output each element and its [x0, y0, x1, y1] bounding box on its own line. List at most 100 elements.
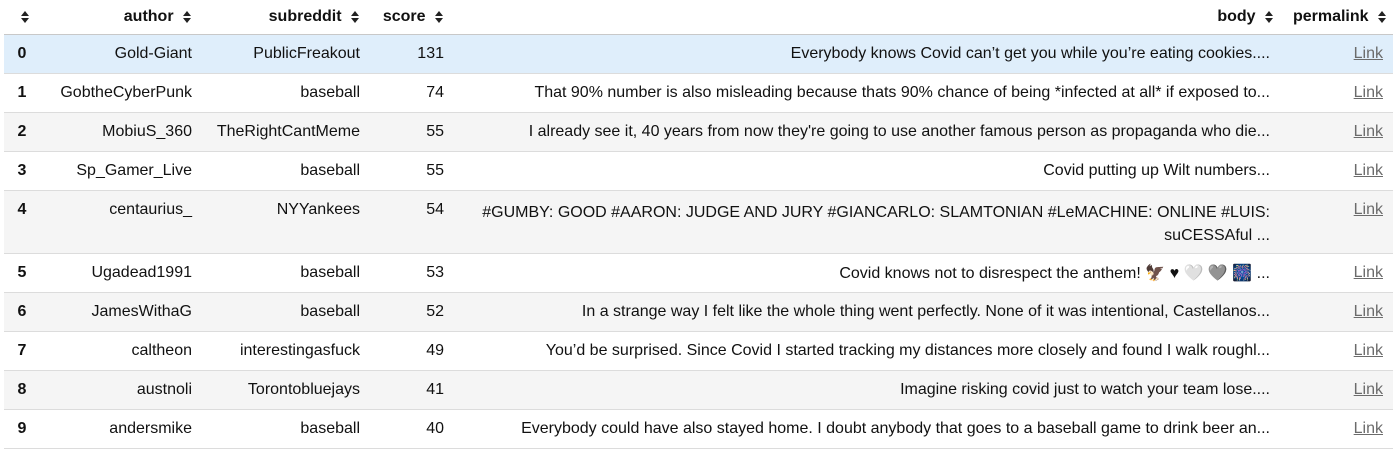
body-cell: That 90% number is also misleading becau…	[450, 73, 1280, 113]
sort-arrows-icon[interactable]	[20, 10, 30, 24]
sort-arrows-icon[interactable]	[1377, 10, 1387, 24]
permalink-cell: Link	[1280, 292, 1393, 332]
permalink-link[interactable]: Link	[1354, 123, 1383, 140]
subreddit-cell: interestingasfuck	[198, 331, 366, 371]
column-header-body-label: body	[1217, 7, 1256, 25]
table-row[interactable]: 8 austnoli Torontobluejays 41 Imagine ri…	[4, 370, 1393, 410]
table-row[interactable]: 2 MobiuS_360 TheRightCantMeme 55 I alrea…	[4, 112, 1393, 152]
permalink-link[interactable]: Link	[1354, 381, 1383, 398]
body-cell: In a strange way I felt like the whole t…	[450, 292, 1280, 332]
table-row[interactable]: 0 Gold-Giant PublicFreakout 131 Everybod…	[4, 34, 1393, 74]
body-cell: Everybody knows Covid can’t get you whil…	[450, 34, 1280, 74]
permalink-link[interactable]: Link	[1354, 162, 1383, 179]
column-header-permalink-label: permalink	[1292, 7, 1369, 25]
sort-arrows-icon[interactable]	[350, 10, 360, 24]
sort-arrows-icon[interactable]	[434, 10, 444, 24]
table-row[interactable]: 6 JamesWithaG baseball 52 In a strange w…	[4, 292, 1393, 332]
body-cell: Covid knows not to disrespect the anthem…	[450, 253, 1280, 293]
permalink-cell: Link	[1280, 151, 1393, 191]
permalink-cell: Link	[1280, 34, 1393, 74]
score-cell: 55	[366, 151, 450, 191]
body-cell: #GUMBY: GOOD #AARON: JUDGE AND JURY #GIA…	[450, 190, 1280, 254]
score-cell: 49	[366, 331, 450, 371]
author-cell: austnoli	[42, 370, 198, 410]
author-cell: MobiuS_360	[42, 112, 198, 152]
table-row[interactable]: 5 Ugadead1991 baseball 53 Covid knows no…	[4, 253, 1393, 293]
subreddit-cell: baseball	[198, 292, 366, 332]
author-cell: GobtheCyberPunk	[42, 73, 198, 113]
column-header-index[interactable]	[4, 0, 42, 35]
body-cell: You’d be surprised. Since Covid I starte…	[450, 331, 1280, 371]
table-body: 0 Gold-Giant PublicFreakout 131 Everybod…	[4, 34, 1393, 449]
column-header-subreddit-label: subreddit	[268, 7, 342, 25]
permalink-cell: Link	[1280, 331, 1393, 371]
table-row[interactable]: 7 caltheon interestingasfuck 49 You’d be…	[4, 331, 1393, 371]
row-index: 6	[4, 292, 42, 332]
permalink-link[interactable]: Link	[1354, 84, 1383, 101]
permalink-cell: Link	[1280, 409, 1393, 449]
column-header-author[interactable]: author	[42, 0, 198, 35]
row-index: 0	[4, 34, 42, 74]
table-row[interactable]: 4 centaurius_ NYYankees 54 #GUMBY: GOOD …	[4, 190, 1393, 254]
author-cell: centaurius_	[42, 190, 198, 254]
column-header-author-label: author	[123, 7, 174, 25]
author-cell: andersmike	[42, 409, 198, 449]
table-row[interactable]: 3 Sp_Gamer_Live baseball 55 Covid puttin…	[4, 151, 1393, 191]
permalink-cell: Link	[1280, 190, 1393, 254]
author-cell: Gold-Giant	[42, 34, 198, 74]
sort-arrows-icon[interactable]	[1264, 10, 1274, 24]
score-cell: 53	[366, 253, 450, 293]
row-index: 8	[4, 370, 42, 410]
author-cell: caltheon	[42, 331, 198, 371]
table-row[interactable]: 1 GobtheCyberPunk baseball 74 That 90% n…	[4, 73, 1393, 113]
score-cell: 131	[366, 34, 450, 74]
row-index: 7	[4, 331, 42, 371]
score-cell: 52	[366, 292, 450, 332]
permalink-cell: Link	[1280, 253, 1393, 293]
subreddit-cell: PublicFreakout	[198, 34, 366, 74]
column-header-subreddit[interactable]: subreddit	[198, 0, 366, 35]
row-index: 4	[4, 190, 42, 254]
column-header-body[interactable]: body	[450, 0, 1280, 35]
permalink-link[interactable]: Link	[1354, 342, 1383, 359]
subreddit-cell: baseball	[198, 73, 366, 113]
subreddit-cell: baseball	[198, 253, 366, 293]
row-index: 3	[4, 151, 42, 191]
sort-arrows-icon[interactable]	[182, 10, 192, 24]
permalink-link[interactable]: Link	[1354, 264, 1383, 281]
column-header-score-label: score	[382, 7, 426, 25]
column-header-permalink[interactable]: permalink	[1280, 0, 1393, 35]
body-cell: Everybody could have also stayed home. I…	[450, 409, 1280, 449]
permalink-link[interactable]: Link	[1354, 420, 1383, 437]
permalink-link[interactable]: Link	[1354, 303, 1383, 320]
reddit-comments-table: author subreddit score body permalink 0 …	[4, 0, 1393, 449]
score-cell: 40	[366, 409, 450, 449]
body-cell: I already see it, 40 years from now they…	[450, 112, 1280, 152]
row-index: 2	[4, 112, 42, 152]
permalink-link[interactable]: Link	[1354, 45, 1383, 62]
subreddit-cell: baseball	[198, 151, 366, 191]
subreddit-cell: baseball	[198, 409, 366, 449]
score-cell: 54	[366, 190, 450, 254]
score-cell: 74	[366, 73, 450, 113]
permalink-cell: Link	[1280, 370, 1393, 410]
permalink-link[interactable]: Link	[1354, 201, 1383, 218]
table-header: author subreddit score body permalink	[4, 0, 1393, 35]
body-cell: Covid putting up Wilt numbers...	[450, 151, 1280, 191]
row-index: 1	[4, 73, 42, 113]
subreddit-cell: Torontobluejays	[198, 370, 366, 410]
row-index: 5	[4, 253, 42, 293]
subreddit-cell: TheRightCantMeme	[198, 112, 366, 152]
row-index: 9	[4, 409, 42, 449]
score-cell: 41	[366, 370, 450, 410]
score-cell: 55	[366, 112, 450, 152]
author-cell: Sp_Gamer_Live	[42, 151, 198, 191]
table-row[interactable]: 9 andersmike baseball 40 Everybody could…	[4, 409, 1393, 449]
permalink-cell: Link	[1280, 73, 1393, 113]
column-header-score[interactable]: score	[366, 0, 450, 35]
permalink-cell: Link	[1280, 112, 1393, 152]
author-cell: JamesWithaG	[42, 292, 198, 332]
author-cell: Ugadead1991	[42, 253, 198, 293]
subreddit-cell: NYYankees	[198, 190, 366, 254]
body-cell: Imagine risking covid just to watch your…	[450, 370, 1280, 410]
